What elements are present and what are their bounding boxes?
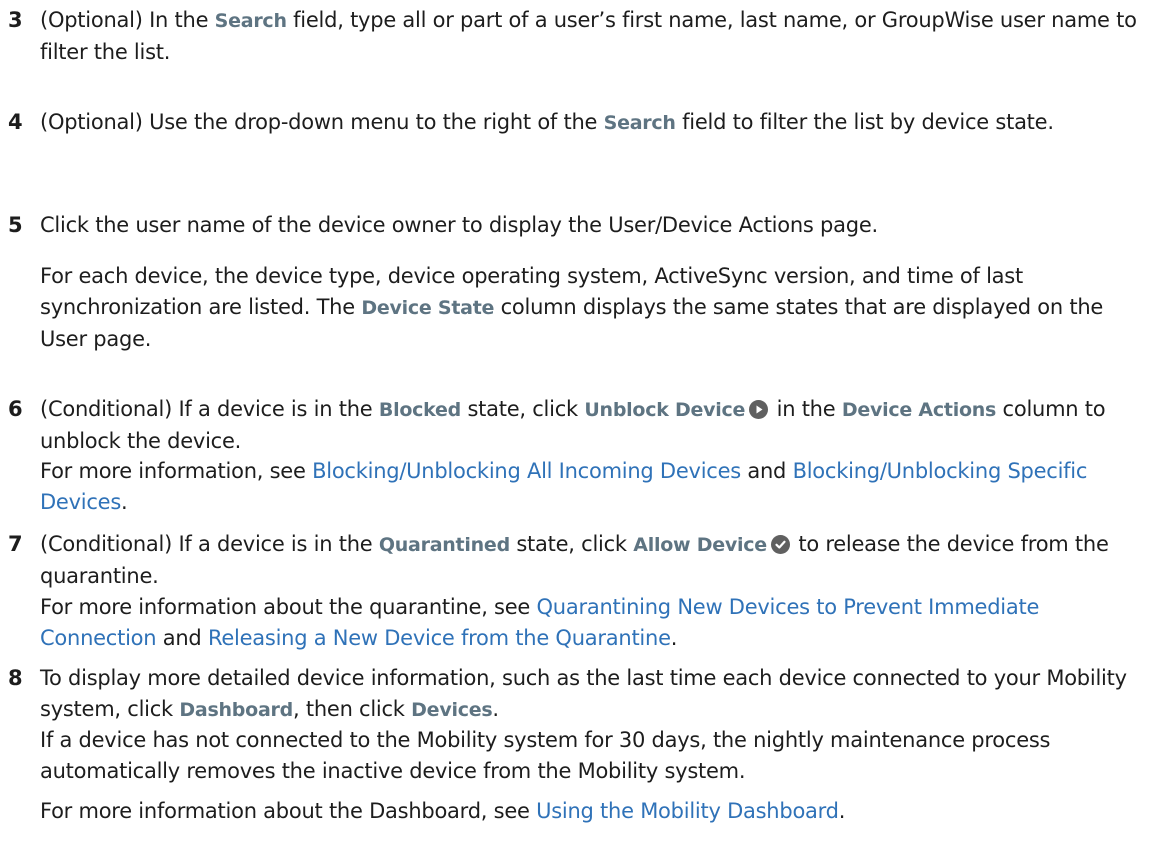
step-8-note-2: For more information about the Dashboard…: [40, 799, 846, 823]
play-circle-icon: [749, 400, 769, 419]
step-number: 5: [8, 213, 23, 237]
step-text: Click the user name of the device owner …: [40, 213, 878, 237]
devices-term: Devices: [411, 699, 493, 721]
search-field-term: Search: [603, 112, 676, 134]
link-blocking-unblocking-all-incoming-devices[interactable]: Blocking/Unblocking All Incoming Devices: [312, 459, 741, 483]
step-number: 7: [8, 532, 23, 556]
step-text: (Conditional) If a device is in the Bloc…: [40, 397, 1106, 453]
device-state-column-term: Device State: [361, 297, 495, 319]
link-releasing-new-device[interactable]: Releasing a New Device from the Quaranti…: [208, 626, 671, 650]
step-5: 5 Click the user name of the device owne…: [0, 210, 1168, 241]
step-text: (Optional) Use the drop-down menu to the…: [40, 110, 1054, 134]
link-using-mobility-dashboard[interactable]: Using the Mobility Dashboard: [536, 799, 839, 823]
step-text: To display more detailed device informat…: [40, 666, 1127, 721]
step-7: 7 (Conditional) If a device is in the Qu…: [0, 529, 1168, 592]
step-8: 8 To display more detailed device inform…: [0, 663, 1168, 726]
step-text: (Conditional) If a device is in the Quar…: [40, 532, 1109, 588]
blocked-state-term: Blocked: [378, 399, 462, 421]
step-number: 3: [8, 8, 23, 32]
step-4: 4 (Optional) Use the drop-down menu to t…: [0, 107, 1168, 139]
step-7-note: For more information about the quarantin…: [40, 595, 1040, 650]
allow-device-term: Allow Device: [633, 534, 767, 556]
step-number: 4: [8, 110, 23, 134]
dashboard-term: Dashboard: [179, 699, 293, 721]
step-6-note: For more information, see Blocking/Unblo…: [40, 459, 1088, 514]
step-8-note: If a device has not connected to the Mob…: [40, 728, 1051, 783]
search-field-term: Search: [214, 10, 287, 32]
device-actions-column-term: Device Actions: [841, 399, 997, 421]
step-5-note: For each device, the device type, device…: [40, 264, 1104, 351]
quarantined-state-term: Quarantined: [378, 534, 510, 556]
step-number: 8: [8, 666, 23, 690]
unblock-device-term: Unblock Device: [584, 399, 746, 421]
step-number: 6: [8, 397, 23, 421]
check-circle-icon: [770, 535, 790, 554]
step-text: (Optional) In the Search field, type all…: [40, 8, 1137, 64]
step-3: 3 (Optional) In the Search field, type a…: [0, 5, 1168, 68]
step-6: 6 (Conditional) If a device is in the Bl…: [0, 394, 1168, 457]
